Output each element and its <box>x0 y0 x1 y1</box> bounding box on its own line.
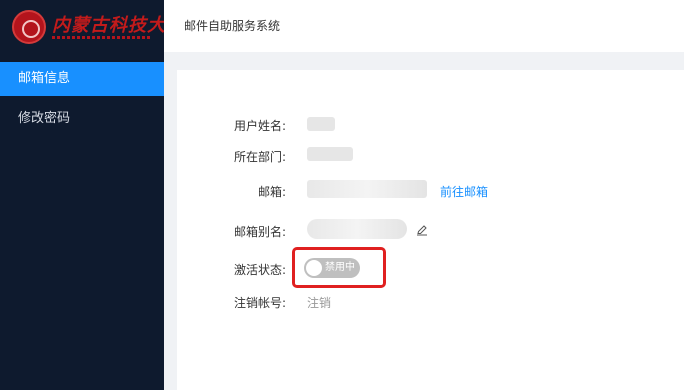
toggle-knob <box>306 260 322 276</box>
logo: 内蒙古科技大学 <box>0 0 184 62</box>
sidebar-item-label: 邮箱信息 <box>18 71 71 86</box>
department-value-redacted <box>307 147 353 161</box>
user-name-label: 用户姓名: <box>233 119 286 133</box>
cancel-account-button[interactable]: 注销 <box>307 294 331 311</box>
email-label: 邮箱: <box>257 185 286 199</box>
page-title: 邮件自助服务系统 <box>184 19 281 33</box>
email-alias-value-redacted <box>307 219 407 239</box>
sidebar-item-label: 修改密码 <box>18 111 71 126</box>
sidebar-item-change-password[interactable]: 修改密码 <box>0 102 164 136</box>
sidebar-item-mailbox-info[interactable]: 邮箱信息 <box>0 62 164 96</box>
sidebar: 内蒙古科技大学 邮箱信息 修改密码 <box>0 0 184 390</box>
goto-mailbox-link[interactable]: 前往邮箱 <box>440 183 488 200</box>
header: 邮件自助服务系统 <box>164 0 684 52</box>
email-value-redacted <box>307 180 427 198</box>
cancel-account-label: 注销帐号: <box>233 296 286 310</box>
activation-toggle[interactable]: 禁用中 <box>304 258 360 278</box>
university-seal-icon <box>12 10 46 44</box>
edit-pencil-icon[interactable] <box>416 224 428 236</box>
department-label: 所在部门: <box>233 150 286 164</box>
user-name-value-redacted <box>307 117 335 131</box>
logo-subtitle-decoration <box>52 36 152 39</box>
email-alias-label: 邮箱别名: <box>233 225 286 239</box>
app: 内蒙古科技大学 邮箱信息 修改密码 邮件自助服务系统 用户姓名: 所在部门: 邮… <box>0 0 684 390</box>
activation-status-label: 激活状态: <box>233 263 286 277</box>
toggle-status-text: 禁用中 <box>325 262 355 273</box>
